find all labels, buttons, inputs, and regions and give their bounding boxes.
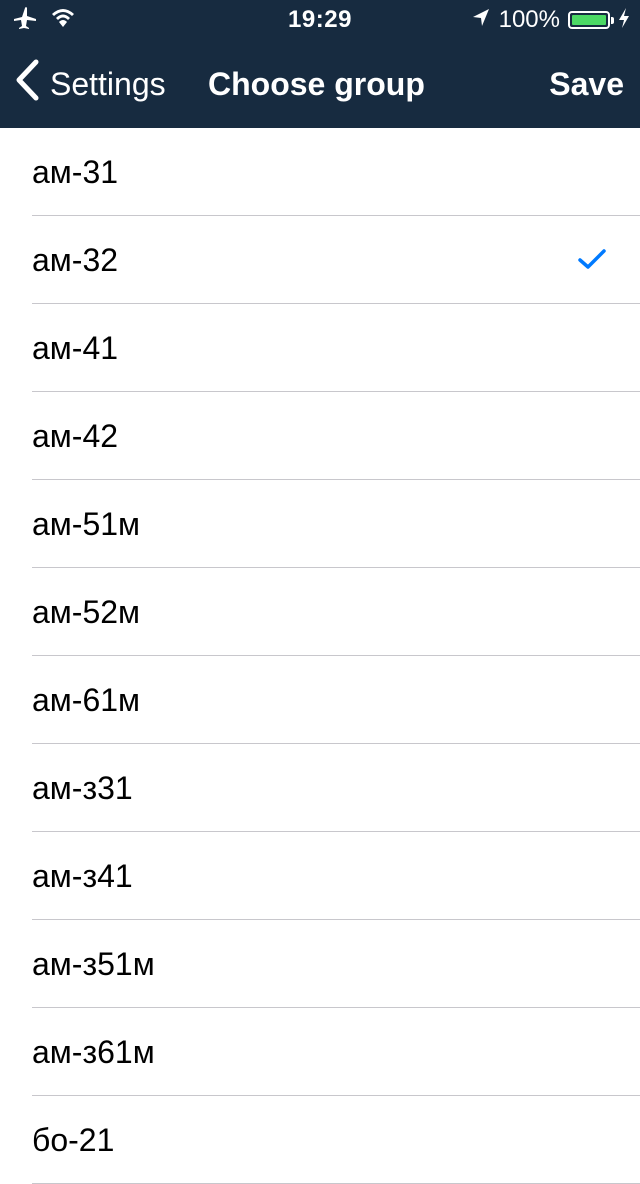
battery-percent: 100% <box>498 6 560 33</box>
group-label: бо-21 <box>32 1122 115 1158</box>
page-title: Choose group <box>208 66 425 102</box>
group-row[interactable]: ам-42 <box>0 392 640 480</box>
group-row[interactable]: ам-52м <box>0 568 640 656</box>
group-row[interactable]: ам-з41 <box>0 832 640 920</box>
group-row[interactable]: ам-51м <box>0 480 640 568</box>
group-label: ам-з41 <box>32 858 133 894</box>
group-label: ам-з61м <box>32 1034 155 1070</box>
group-label: ам-51м <box>32 506 141 542</box>
checkmark-icon <box>578 248 606 275</box>
group-row[interactable]: ам-з31 <box>0 744 640 832</box>
save-button[interactable]: Save <box>549 66 624 103</box>
group-list: ам-31 ам-32 ам-41 ам-42 ам-51м ам-52м ам-61м ам… <box>0 128 640 1184</box>
group-row[interactable]: ам-41 <box>0 304 640 392</box>
navigation-bar: Settings Choose group Save <box>0 40 640 128</box>
group-row[interactable]: ам-61м <box>0 656 640 744</box>
back-button[interactable]: Settings <box>14 59 166 109</box>
location-arrow-icon <box>471 7 491 34</box>
group-row[interactable]: бо-21 <box>0 1096 640 1184</box>
group-label: ам-61м <box>32 682 141 718</box>
group-label: ам-32 <box>32 242 119 278</box>
status-bar-right: 100% <box>471 6 630 34</box>
battery-fill <box>572 15 606 25</box>
group-label: ам-з31 <box>32 770 133 806</box>
group-label: ам-41 <box>32 330 119 366</box>
group-label: ам-42 <box>32 418 119 454</box>
group-row[interactable]: ам-з61м <box>0 1008 640 1096</box>
group-row[interactable]: ам-32 <box>0 216 640 304</box>
header: 19:29 100% Settings Choose group Save <box>0 0 640 128</box>
back-button-label: Settings <box>50 65 166 102</box>
group-label: ам-52м <box>32 594 141 630</box>
battery-nub <box>611 17 614 24</box>
chevron-left-icon <box>14 59 40 109</box>
status-bar: 19:29 100% <box>0 0 640 40</box>
group-label: ам-з51м <box>32 946 155 982</box>
group-label: ам-31 <box>32 154 119 190</box>
battery-icon <box>568 11 614 29</box>
group-row[interactable]: ам-з51м <box>0 920 640 1008</box>
group-row[interactable]: ам-31 <box>0 128 640 216</box>
charging-bolt-icon <box>618 7 630 34</box>
